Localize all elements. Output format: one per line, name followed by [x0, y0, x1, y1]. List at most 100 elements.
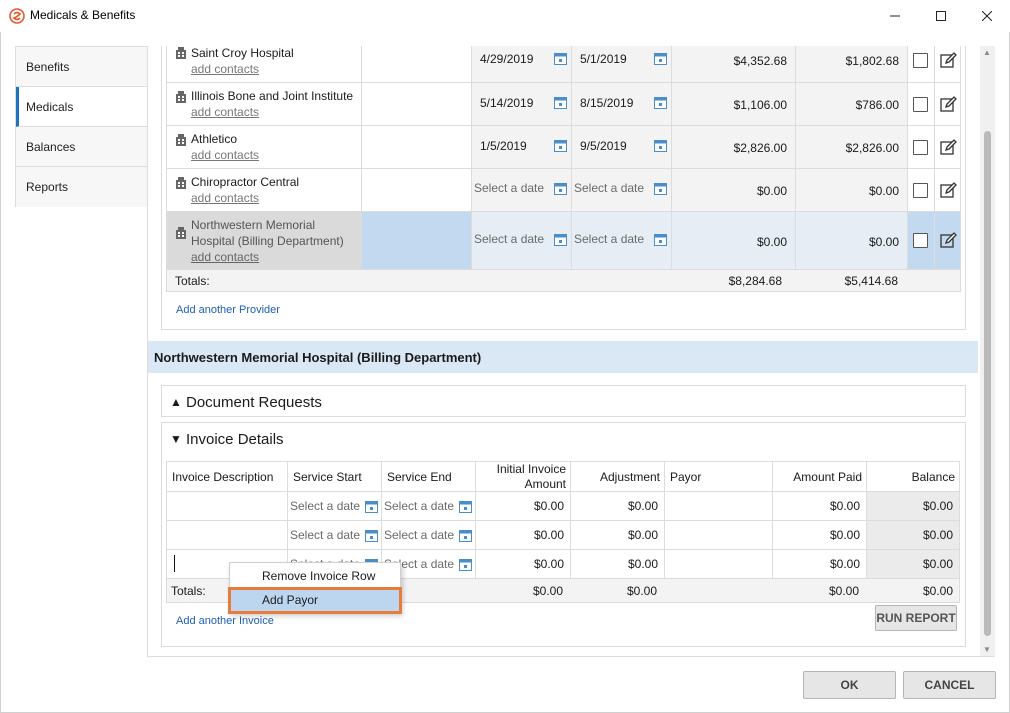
invoice-row[interactable]: Select a date Select a date $0.00 $0.00 …: [166, 521, 960, 550]
invoice-payor[interactable]: [664, 521, 772, 549]
calendar-icon[interactable]: [554, 52, 567, 65]
nav-item-benefits[interactable]: Benefits: [16, 47, 147, 87]
invoice-service-start[interactable]: Select a date: [287, 521, 381, 549]
provider-start-date[interactable]: 1/5/2019: [471, 126, 571, 168]
row-checkbox[interactable]: [913, 140, 928, 155]
nav-item-medicals[interactable]: Medicals: [16, 87, 147, 127]
col-header-description[interactable]: Invoice Description: [166, 462, 287, 491]
invoice-adjustment[interactable]: $0.00: [570, 492, 664, 520]
calendar-icon[interactable]: [654, 139, 667, 152]
add-contacts-link[interactable]: add contacts: [191, 148, 259, 162]
provider-start-date[interactable]: 5/14/2019: [471, 83, 571, 125]
provider-end-date[interactable]: 8/15/2019: [571, 83, 671, 125]
provider-row-selected[interactable]: Northwestern Memorial Hospital (Billing …: [166, 212, 961, 270]
close-button[interactable]: [964, 0, 1010, 32]
col-header-service-start[interactable]: Service Start: [287, 462, 381, 491]
vertical-scrollbar[interactable]: ▲ ▼: [980, 46, 995, 656]
invoice-amount-paid[interactable]: $0.00: [772, 550, 866, 578]
nav-item-balances[interactable]: Balances: [16, 127, 147, 167]
provider-cost-cell[interactable]: $2,826.00: [671, 126, 795, 168]
provider-end-date[interactable]: Select a date: [571, 169, 671, 211]
maximize-button[interactable]: [918, 0, 964, 32]
calendar-icon[interactable]: [365, 500, 378, 513]
provider-paid-cell[interactable]: $2,826.00: [795, 126, 907, 168]
menu-item-remove-invoice-row[interactable]: Remove Invoice Row: [230, 565, 400, 588]
invoice-initial-amount[interactable]: $0.00: [475, 550, 570, 578]
cancel-button[interactable]: CANCEL: [903, 671, 996, 699]
menu-item-add-payor[interactable]: Add Payor: [228, 587, 402, 614]
invoice-service-end[interactable]: Select a date: [381, 521, 475, 549]
row-checkbox[interactable]: [913, 53, 928, 68]
provider-start-date[interactable]: 4/29/2019: [471, 46, 571, 82]
col-header-initial-amount[interactable]: Initial Invoice Amount: [475, 462, 570, 491]
invoice-amount-paid[interactable]: $0.00: [772, 492, 866, 520]
provider-start-date[interactable]: Select a date: [471, 169, 571, 211]
minimize-button[interactable]: [872, 0, 918, 32]
invoice-amount-paid[interactable]: $0.00: [772, 521, 866, 549]
provider-cost-cell[interactable]: $0.00: [671, 212, 795, 269]
provider-row[interactable]: Athletico add contacts 1/5/2019 9/5/2019…: [166, 126, 961, 169]
provider-row[interactable]: Saint Croy Hospital add contacts 4/29/20…: [166, 46, 961, 83]
calendar-icon[interactable]: [554, 182, 567, 195]
provider-paid-cell[interactable]: $1,802.68: [795, 46, 907, 82]
invoice-adjustment[interactable]: $0.00: [570, 550, 664, 578]
provider-end-date[interactable]: 5/1/2019: [571, 46, 671, 82]
edit-icon[interactable]: [940, 139, 957, 156]
document-requests-panel[interactable]: ▲ Document Requests: [161, 385, 966, 417]
provider-end-date[interactable]: 9/5/2019: [571, 126, 671, 168]
invoice-payor[interactable]: [664, 492, 772, 520]
calendar-icon[interactable]: [554, 233, 567, 246]
calendar-icon[interactable]: [554, 96, 567, 109]
invoice-initial-amount[interactable]: $0.00: [475, 492, 570, 520]
nav-item-reports[interactable]: Reports: [16, 167, 147, 207]
edit-icon[interactable]: [940, 182, 957, 199]
provider-cost-cell[interactable]: $0.00: [671, 169, 795, 211]
ok-button[interactable]: OK: [803, 671, 896, 699]
col-header-adjustment[interactable]: Adjustment: [570, 462, 664, 491]
add-invoice-link[interactable]: Add another Invoice: [176, 615, 274, 627]
provider-start-date[interactable]: Select a date: [471, 212, 571, 269]
invoice-description-cell[interactable]: [166, 521, 287, 549]
calendar-icon[interactable]: [654, 96, 667, 109]
calendar-icon[interactable]: [459, 500, 472, 513]
edit-icon[interactable]: [940, 96, 957, 113]
col-header-amount-paid[interactable]: Amount Paid: [772, 462, 866, 491]
add-contacts-link[interactable]: add contacts: [191, 191, 259, 205]
invoice-adjustment[interactable]: $0.00: [570, 521, 664, 549]
invoice-service-start[interactable]: Select a date: [287, 492, 381, 520]
calendar-icon[interactable]: [654, 182, 667, 195]
invoice-details-header[interactable]: ▼ Invoice Details: [162, 423, 965, 455]
calendar-icon[interactable]: [554, 139, 567, 152]
provider-cost-cell[interactable]: $1,106.00: [671, 83, 795, 125]
row-checkbox[interactable]: [913, 183, 928, 198]
invoice-row[interactable]: Select a date Select a date $0.00 $0.00 …: [166, 492, 960, 521]
col-header-payor[interactable]: Payor: [664, 462, 772, 491]
invoice-description-cell[interactable]: [166, 492, 287, 520]
edit-icon[interactable]: [940, 52, 957, 69]
invoice-initial-amount[interactable]: $0.00: [475, 521, 570, 549]
scroll-up-icon[interactable]: ▲: [983, 48, 991, 57]
provider-row[interactable]: Chiropractor Central add contacts Select…: [166, 169, 961, 212]
add-contacts-link[interactable]: add contacts: [191, 62, 259, 76]
calendar-icon[interactable]: [654, 52, 667, 65]
run-report-button[interactable]: RUN REPORT: [875, 605, 957, 631]
provider-end-date[interactable]: Select a date: [571, 212, 671, 269]
row-checkbox[interactable]: [913, 97, 928, 112]
calendar-icon[interactable]: [459, 558, 472, 571]
calendar-icon[interactable]: [365, 529, 378, 542]
add-contacts-link[interactable]: add contacts: [191, 250, 259, 264]
col-header-service-end[interactable]: Service End: [381, 462, 475, 491]
provider-paid-cell[interactable]: $0.00: [795, 169, 907, 211]
edit-icon[interactable]: [940, 232, 957, 249]
calendar-icon[interactable]: [459, 529, 472, 542]
add-contacts-link[interactable]: add contacts: [191, 105, 259, 119]
col-header-balance[interactable]: Balance: [866, 462, 960, 491]
provider-paid-cell[interactable]: $0.00: [795, 212, 907, 269]
calendar-icon[interactable]: [654, 233, 667, 246]
scroll-down-icon[interactable]: ▼: [983, 645, 991, 654]
provider-paid-cell[interactable]: $786.00: [795, 83, 907, 125]
invoice-service-end[interactable]: Select a date: [381, 492, 475, 520]
invoice-payor[interactable]: [664, 550, 772, 578]
provider-cost-cell[interactable]: $4,352.68: [671, 46, 795, 82]
document-requests-header[interactable]: ▲ Document Requests: [162, 386, 965, 418]
